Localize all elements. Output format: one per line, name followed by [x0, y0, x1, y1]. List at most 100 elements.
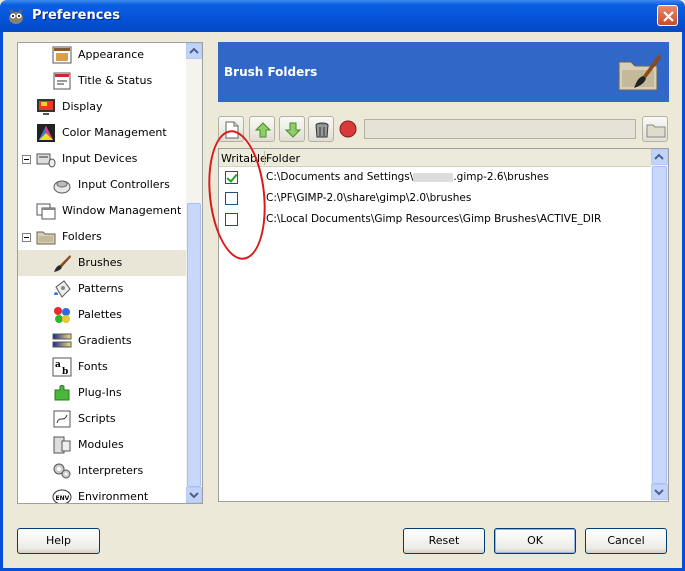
tree-item-plugins[interactable]: Plug-Ins	[18, 380, 186, 406]
tree-item-label: Input Controllers	[78, 178, 170, 191]
folders-icon	[36, 231, 56, 245]
brushes-icon	[54, 255, 71, 272]
tree-item-fonts[interactable]: a b Fonts	[18, 354, 186, 380]
svg-text:ENV: ENV	[56, 495, 70, 502]
chevron-up-icon	[189, 47, 199, 54]
tree-item-appearance[interactable]: Appearance	[18, 43, 186, 68]
scroll-up-button[interactable]	[651, 149, 668, 165]
environment-icon: ENV	[52, 489, 72, 503]
tree-item-label: Scripts	[78, 412, 116, 425]
plugins-icon	[54, 385, 70, 401]
list-row[interactable]: C:\Documents and Settings\ .gimp-2.6\brus…	[219, 167, 651, 188]
scripts-icon	[53, 410, 71, 428]
tree-item-modules[interactable]: Modules	[18, 432, 186, 458]
close-icon	[663, 11, 674, 22]
window-title: Preferences	[32, 8, 120, 23]
list-row[interactable]: C:\Local Documents\Gimp Resources\Gimp B…	[219, 209, 651, 230]
title-bar: Preferences	[0, 0, 685, 32]
tree-item-label: Color Management	[62, 126, 167, 139]
scroll-thumb[interactable]	[652, 166, 667, 484]
collapse-toggle[interactable]	[22, 155, 31, 164]
column-header-folder[interactable]: Folder	[266, 152, 300, 165]
tree-item-interpreters[interactable]: Interpreters	[18, 458, 186, 484]
cancel-button[interactable]: Cancel	[585, 528, 667, 554]
scroll-up-button[interactable]	[186, 43, 202, 59]
folder-path-input[interactable]	[364, 119, 636, 139]
column-divider	[264, 151, 265, 165]
tree-item-label: Input Devices	[62, 152, 138, 165]
scroll-thumb[interactable]	[187, 203, 201, 487]
move-up-button[interactable]	[249, 116, 275, 142]
tree-item-display[interactable]: Display	[18, 94, 186, 120]
title-status-icon	[53, 72, 71, 90]
display-icon	[37, 99, 55, 115]
tree-item-label: Display	[62, 100, 103, 113]
brush-folder-icon	[618, 54, 661, 91]
tree-item-color-management[interactable]: Color Management	[18, 120, 186, 146]
modules-icon	[53, 436, 71, 454]
folder-path: C:\PF\GIMP-2.0\share\gimp\2.0\brushes	[266, 192, 472, 204]
category-tree: Appearance Title & Status Display Color …	[17, 42, 203, 504]
folder-path: C:\Documents and Settings\ .gimp-2.6\brus…	[266, 171, 549, 183]
panel-header: Brush Folders	[218, 42, 669, 102]
tree-item-label: Patterns	[78, 282, 124, 295]
tree-item-label: Palettes	[78, 308, 122, 321]
list-row[interactable]: C:\PF\GIMP-2.0\share\gimp\2.0\brushes	[219, 188, 651, 209]
tree-item-folders[interactable]: Folders	[18, 224, 186, 250]
palettes-icon	[54, 307, 70, 323]
svg-text:b: b	[62, 367, 68, 377]
browse-button[interactable]	[642, 116, 668, 142]
chevron-down-icon	[654, 489, 664, 496]
list-header: Writable Folder	[219, 149, 651, 167]
tree-item-title-status[interactable]: Title & Status	[18, 68, 186, 94]
tree-item-label: Title & Status	[78, 74, 153, 87]
tree-scrollbar[interactable]	[186, 43, 202, 503]
tree-item-label: Plug-Ins	[78, 386, 122, 399]
tree-item-scripts[interactable]: Scripts	[18, 406, 186, 432]
fonts-icon: a b	[52, 357, 72, 377]
folder-icon	[646, 124, 666, 138]
interpreters-icon	[53, 463, 71, 479]
chevron-down-icon	[189, 492, 199, 499]
window-management-icon	[36, 203, 56, 220]
arrow-up-icon	[254, 122, 272, 138]
tree-item-gradients[interactable]: Gradients	[18, 328, 186, 354]
svg-text:a: a	[55, 360, 61, 370]
record-button[interactable]	[338, 119, 358, 139]
tree-item-input-devices[interactable]: Input Devices	[18, 146, 186, 172]
reset-button[interactable]: Reset	[403, 528, 485, 554]
tree-item-label: Environment	[78, 490, 149, 503]
move-down-button[interactable]	[279, 116, 305, 142]
redacted-username	[413, 172, 454, 182]
ok-button[interactable]: OK	[494, 528, 576, 554]
scroll-down-button[interactable]	[186, 487, 202, 503]
tree-item-label: Gradients	[78, 334, 132, 347]
panel-title: Brush Folders	[224, 65, 318, 79]
tree-item-label: Folders	[62, 230, 102, 243]
tree-item-input-controllers[interactable]: Input Controllers	[18, 172, 186, 198]
list-scrollbar[interactable]	[651, 149, 668, 501]
delete-button[interactable]	[308, 116, 334, 142]
close-button[interactable]	[657, 5, 678, 26]
chevron-up-icon	[654, 153, 664, 160]
help-button[interactable]: Help	[17, 528, 100, 554]
gimp-icon	[9, 9, 23, 24]
tree-item-window-management[interactable]: Window Management	[18, 198, 186, 224]
tree-item-patterns[interactable]: Patterns	[18, 276, 186, 302]
path-prefix: C:\Documents and Settings\	[266, 171, 414, 183]
arrow-down-icon	[284, 122, 302, 138]
tree-item-brushes[interactable]: Brushes	[18, 250, 186, 276]
appearance-icon	[52, 46, 72, 64]
stop-circle-icon	[339, 120, 357, 138]
color-management-icon	[37, 124, 55, 142]
tree-item-palettes[interactable]: Palettes	[18, 302, 186, 328]
folder-path: C:\Local Documents\Gimp Resources\Gimp B…	[266, 213, 602, 225]
trash-icon	[315, 122, 329, 138]
tree-item-label: Appearance	[78, 48, 145, 61]
collapse-toggle[interactable]	[22, 233, 31, 242]
tree-item-label: Window Management	[62, 204, 182, 217]
input-devices-icon	[36, 153, 56, 168]
tree-item-label: Fonts	[78, 360, 108, 373]
tree-item-environment[interactable]: ENV Environment	[18, 484, 186, 503]
scroll-down-button[interactable]	[651, 484, 668, 500]
